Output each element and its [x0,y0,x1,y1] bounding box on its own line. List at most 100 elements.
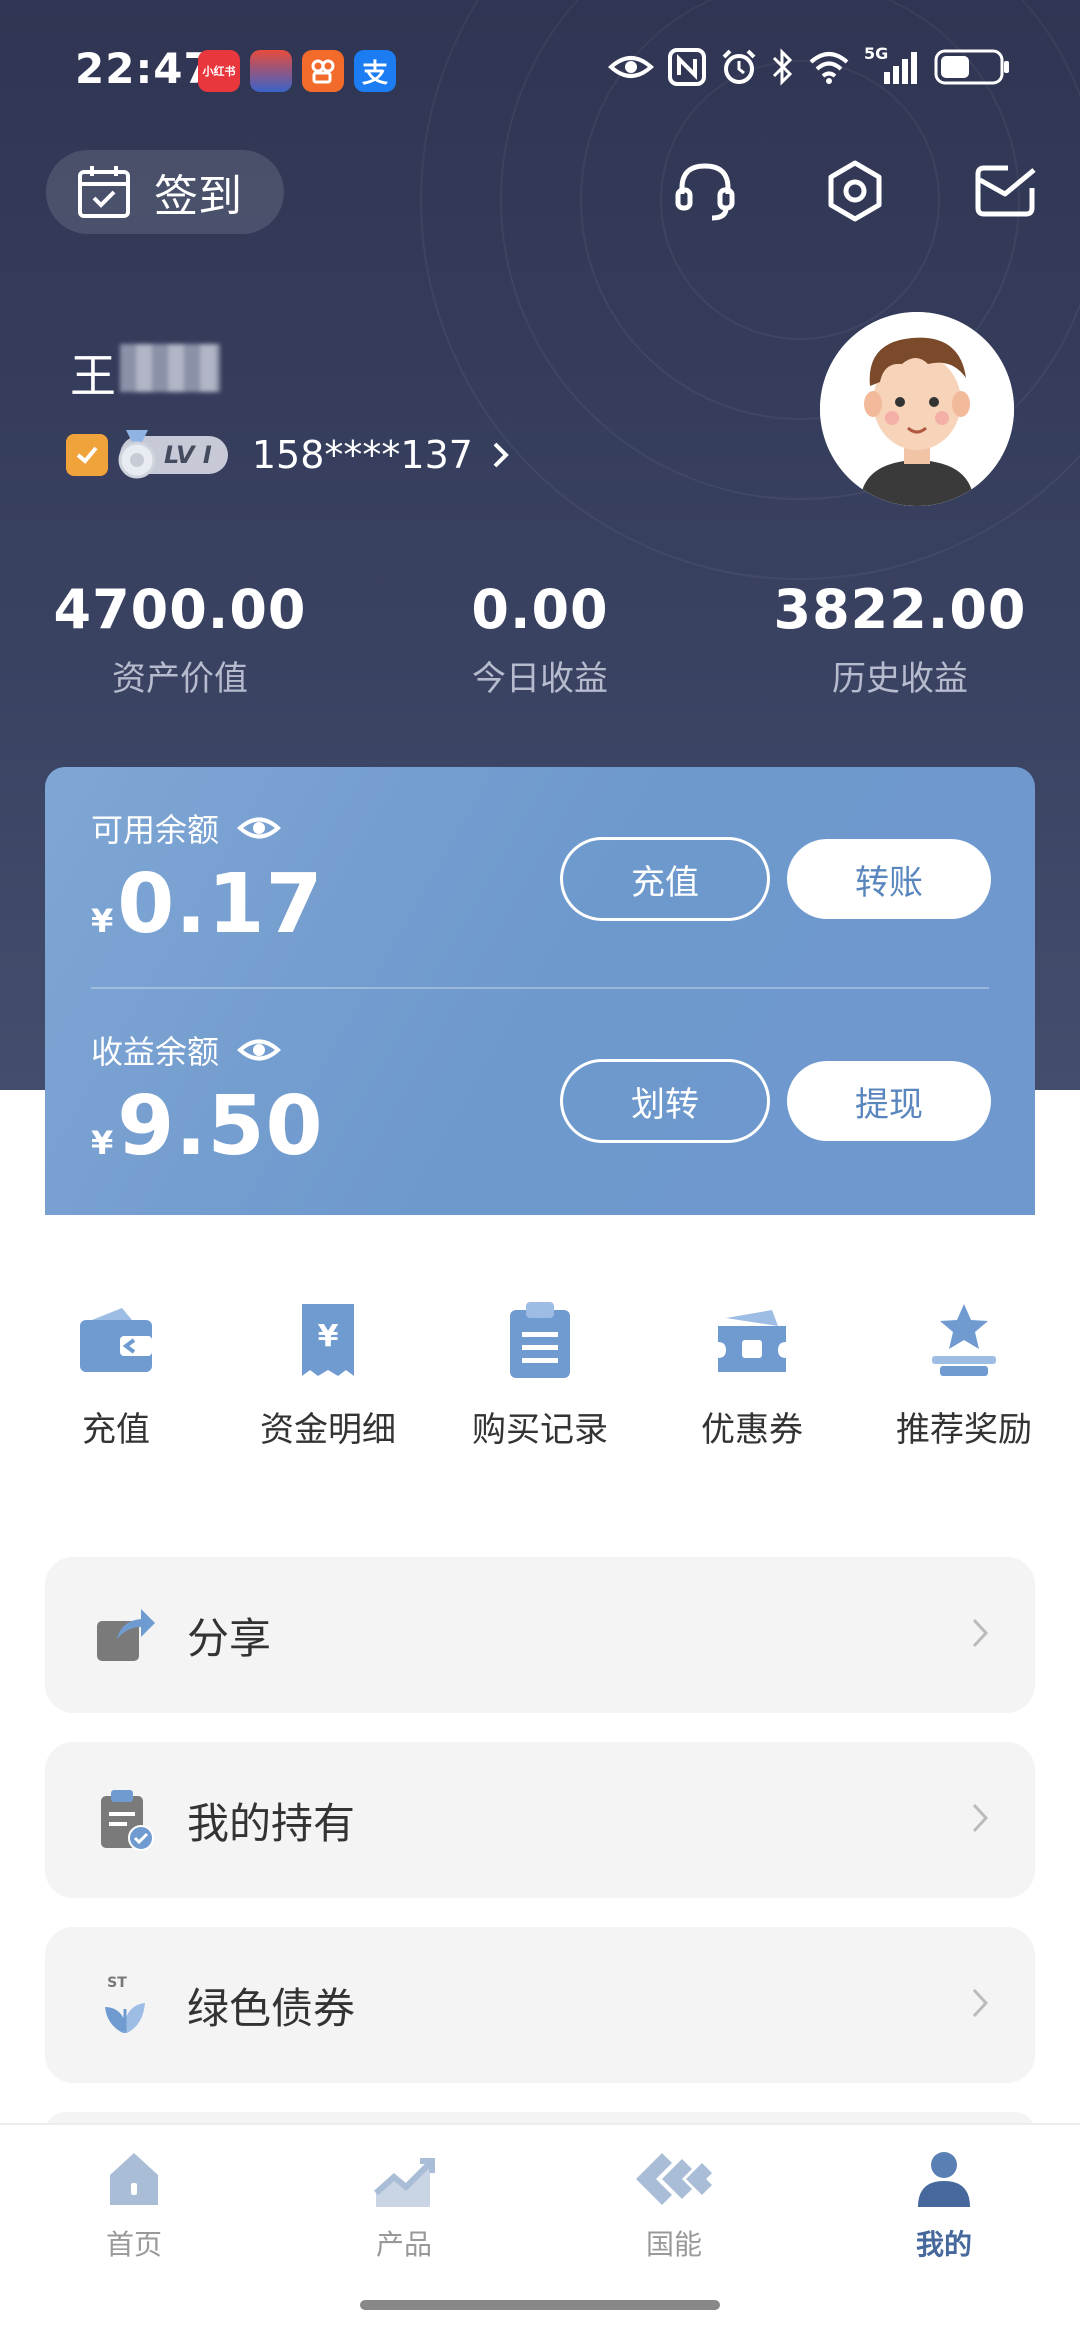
available-balance-section: 可用余额 ¥0.17 充值 转账 [45,767,1035,987]
medal-icon [118,430,156,479]
stat-label: 历史收益 [832,659,968,699]
battery-icon [934,49,1009,85]
quick-action-label: 推荐奖励 [896,1410,1032,1450]
earnings-balance-amount: ¥9.50 [91,1079,324,1174]
green-bond-icon: ST [93,1973,157,2037]
stat-value: 4700.00 [53,578,307,641]
quick-action-label: 资金明细 [260,1410,396,1450]
avatar[interactable] [820,312,1014,506]
menu-green-bonds[interactable]: ST 绿色债券 [45,1927,1035,2083]
chevron-right-icon [972,1988,989,2018]
home-icon [110,2153,158,2205]
bluetooth-icon [772,48,793,86]
nav-profile[interactable]: 我的 [854,2147,1034,2263]
user-badges[interactable]: LV I 158****137 [66,430,511,480]
nav-label: 产品 [375,2228,432,2261]
signin-button[interactable]: 签到 [46,150,284,234]
menu-label: 分享 [187,1613,272,1663]
phone-number: 158****137 [251,433,473,477]
amount-value: 9.50 [117,1079,324,1174]
stat-history-earnings[interactable]: 3822.00 历史收益 [740,578,1060,700]
stat-today-earnings[interactable]: 0.00 今日收益 [380,578,700,700]
currency-symbol: ¥ [91,1124,114,1162]
wifi-icon [809,52,849,84]
withdraw-button[interactable]: 提现 [787,1061,991,1141]
user-name: 王 [70,340,222,403]
share-icon [93,1603,157,1667]
stat-asset-value[interactable]: 4700.00 资产价值 [20,578,340,700]
kuaishou-icon [302,50,344,92]
status-time: 22:47 [75,44,214,93]
level-text: LV I [164,441,212,469]
user-name-redacted [120,344,220,392]
headset-icon[interactable] [672,158,738,224]
event-app-icon [250,50,292,92]
nfc-icon [668,48,706,86]
signal-5g-icon: 5G [864,44,920,86]
menu-my-holdings[interactable]: 我的持有 [45,1742,1035,1898]
quick-fund-details[interactable]: ¥ 资金明细 [222,1300,434,1451]
quick-coupons[interactable]: 优惠券 [646,1300,858,1451]
avatar-illustration [820,312,1014,506]
star-award-icon [932,1304,996,1376]
svg-text:¥: ¥ [318,1319,339,1354]
nav-home[interactable]: 首页 [44,2147,224,2263]
home-indicator[interactable] [360,2300,720,2310]
clipboard-list-icon [510,1302,570,1378]
profile-icon [918,2152,970,2207]
quick-action-label: 购买记录 [472,1410,608,1450]
nav-label: 我的 [915,2228,972,2261]
quick-purchase-records[interactable]: 购买记录 [434,1300,646,1451]
nav-label: 首页 [105,2228,162,2261]
svg-text:ST: ST [107,1975,127,1991]
verified-icon [66,434,108,476]
mail-icon[interactable] [972,158,1038,224]
chart-icon [374,2158,435,2207]
transfer-button[interactable]: 转账 [787,839,991,919]
brand-icon [636,2153,712,2205]
chevron-right-icon [972,1618,989,1648]
chevron-right-icon [493,442,509,468]
calendar-check-icon [78,166,130,218]
quick-recharge[interactable]: 充值 [10,1300,222,1451]
available-balance-amount: ¥0.17 [91,857,324,952]
menu-label: 绿色债券 [187,1983,356,2033]
nav-products[interactable]: 产品 [314,2147,494,2263]
menu-label: 我的持有 [187,1798,356,1848]
stat-value: 3822.00 [773,578,1027,641]
wallet-icon [80,1308,152,1372]
stat-label: 资产价值 [112,659,248,699]
user-name-first-char: 王 [70,349,116,403]
eye-icon[interactable] [237,813,282,843]
nav-guoneng[interactable]: 国能 [584,2147,764,2263]
move-funds-button[interactable]: 划转 [560,1059,770,1143]
xiaohongshu-icon: 小红书 [198,50,240,92]
status-bar: 22:47 小红书 支 5G [0,40,1080,100]
available-balance-label-text: 可用余额 [91,811,220,849]
coupon-icon [718,1310,786,1372]
status-indicators: 5G [608,44,1010,86]
quick-actions: 充值 ¥ 资金明细 购买记录 优惠券 推荐奖励 [0,1300,1080,1470]
available-balance-label: 可用余额 [91,805,282,851]
menu-share[interactable]: 分享 [45,1557,1035,1713]
eye-icon [608,56,654,78]
level-badge: LV I [118,430,228,479]
quick-action-label: 优惠券 [701,1410,803,1450]
holdings-icon [93,1788,157,1852]
recharge-button[interactable]: 充值 [560,837,770,921]
amount-value: 0.17 [117,857,324,952]
earnings-balance-label: 收益余额 [91,1027,282,1073]
earnings-balance-section: 收益余额 ¥9.50 划转 提现 [45,989,1035,1209]
receipt-icon: ¥ [302,1304,354,1376]
signin-label: 签到 [154,171,242,222]
alarm-icon [722,49,756,84]
chevron-right-icon [972,1803,989,1833]
quick-action-label: 充值 [82,1410,150,1450]
balance-card: 可用余额 ¥0.17 充值 转账 收益余额 ¥9.50 划转 提现 [45,767,1035,1215]
quick-referral-rewards[interactable]: 推荐奖励 [858,1300,1070,1451]
currency-symbol: ¥ [91,902,114,940]
stat-value: 0.00 [471,578,609,641]
nav-label: 国能 [645,2228,702,2261]
eye-icon[interactable] [237,1035,282,1065]
settings-icon[interactable] [822,158,888,224]
